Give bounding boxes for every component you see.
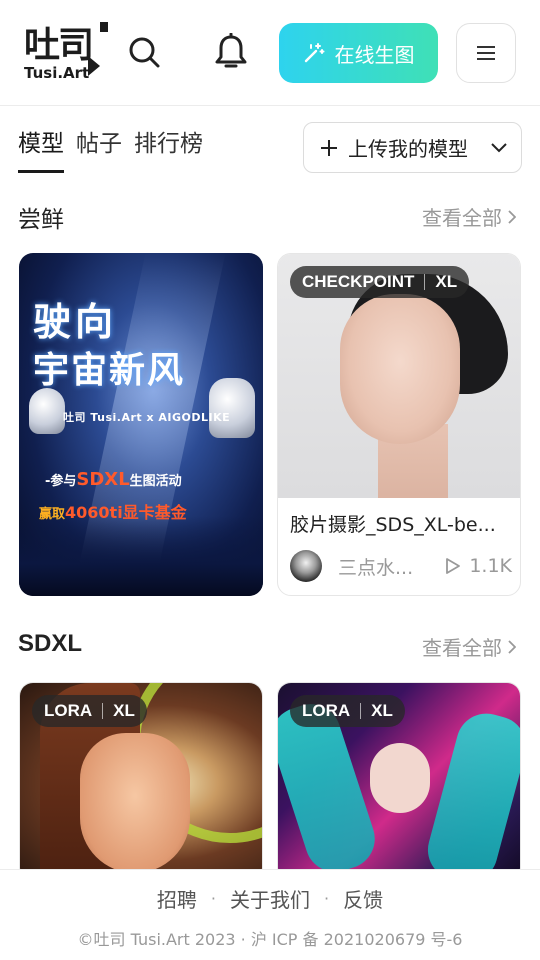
astronaut-right-image: [209, 378, 255, 438]
footer-link-about[interactable]: 关于我们: [230, 884, 310, 913]
menu-button[interactable]: [456, 23, 516, 83]
footer-link-jobs[interactable]: 招聘: [157, 884, 197, 913]
footer-link-feedback[interactable]: 反馈: [343, 884, 383, 913]
badge-base: XL: [435, 272, 458, 291]
logo-mark: [100, 22, 108, 32]
upload-model-label: 上传我的模型: [348, 137, 468, 161]
content-tabs: 模型 帖子 排行榜: [18, 124, 203, 173]
chevron-down-icon: [491, 142, 507, 152]
author-name[interactable]: 三点水...: [338, 553, 418, 580]
poster-title-line2: 宇宙新风: [33, 350, 186, 391]
lora-cover-image: LORA XL: [278, 683, 520, 881]
badge-type: LORA: [44, 701, 93, 720]
copyright-text: ©吐司 Tusi.Art 2023 · 沪 ICP 备 2021020679 号…: [77, 930, 463, 949]
generate-online-label: 在线生图: [334, 42, 415, 67]
see-all-label: 查看全部: [422, 206, 502, 230]
cover-face: [370, 743, 430, 813]
chevron-right-icon: [508, 209, 516, 224]
poster-mountains: [19, 516, 263, 596]
logo-triangle: [88, 56, 100, 76]
model-title[interactable]: 胶片摄影_SDS_XL-be...: [290, 510, 512, 537]
search-button[interactable]: [122, 30, 166, 74]
badge-type: LORA: [302, 701, 351, 720]
cover-twintail-right: [421, 706, 520, 881]
top-header: 吐司 Tusi.Art 在线生图: [0, 0, 540, 106]
astronaut-left-image: [29, 388, 65, 434]
model-type-badge: CHECKPOINT XL: [290, 266, 470, 298]
lora-card[interactable]: LORA XL: [19, 682, 263, 882]
play-count: 1.1K: [445, 555, 512, 577]
notifications-button[interactable]: [209, 30, 253, 74]
plus-icon: [321, 139, 337, 156]
poster-collab-text: 吐司 Tusi.Art x AIGODLIKE: [63, 411, 231, 424]
logo-english-text: Tusi.Art: [24, 64, 90, 82]
see-all-label: 查看全部: [422, 636, 502, 660]
tab-posts[interactable]: 帖子: [76, 124, 122, 173]
section-title-sdxl: SDXL: [18, 630, 83, 657]
badge-type: CHECKPOINT: [302, 272, 415, 291]
play-count-value: 1.1K: [469, 555, 512, 577]
lora-card[interactable]: LORA XL: [277, 682, 521, 882]
magic-wand-icon: [304, 43, 324, 63]
logo-chinese-text: 吐司: [24, 25, 94, 66]
hamburger-menu-icon: [477, 46, 495, 60]
see-all-sdxl-link[interactable]: 查看全部: [422, 632, 516, 661]
tab-leaderboard[interactable]: 排行榜: [134, 124, 203, 173]
model-cover-image: CHECKPOINT XL: [278, 254, 520, 498]
upload-model-button[interactable]: 上传我的模型: [303, 122, 522, 173]
badge-divider: [102, 703, 104, 719]
model-card[interactable]: CHECKPOINT XL 胶片摄影_SDS_XL-be... 三点水... 1…: [277, 253, 521, 596]
model-meta: 三点水... 1.1K: [290, 550, 512, 582]
play-icon: [446, 558, 461, 574]
search-icon: [129, 37, 160, 68]
badge-base: XL: [371, 701, 393, 720]
footer-separator: ·: [210, 889, 216, 908]
cover-face: [80, 733, 190, 873]
badge-divider: [360, 703, 362, 719]
generate-online-button[interactable]: 在线生图: [279, 23, 438, 83]
bell-icon: [215, 33, 247, 68]
page-footer: 招聘 · 关于我们 · 反馈 ©吐司 Tusi.Art 2023 · 沪 ICP…: [0, 869, 540, 960]
footer-links: 招聘 · 关于我们 · 反馈: [0, 884, 540, 913]
poster-event-line: -参与SDXL生图活动: [45, 469, 182, 490]
see-all-taste-link[interactable]: 查看全部: [422, 202, 516, 231]
section-title-taste: 尝鲜: [18, 207, 64, 233]
author-avatar[interactable]: [290, 550, 322, 582]
badge-divider: [424, 274, 426, 290]
footer-separator: ·: [324, 889, 330, 908]
lora-cover-image: LORA XL: [20, 683, 262, 881]
event-poster-card[interactable]: 驶向 宇宙新风 吐司 Tusi.Art x AIGODLIKE -参与SDXL生…: [19, 253, 263, 596]
tusi-logo[interactable]: 吐司 Tusi.Art: [22, 22, 110, 84]
model-type-badge: LORA XL: [290, 695, 405, 727]
model-type-badge: LORA XL: [32, 695, 147, 727]
portrait-face: [340, 294, 460, 444]
poster-title-line1: 驶向: [33, 300, 118, 344]
tab-models[interactable]: 模型: [18, 124, 64, 173]
badge-base: XL: [113, 701, 135, 720]
chevron-right-icon: [508, 639, 516, 654]
